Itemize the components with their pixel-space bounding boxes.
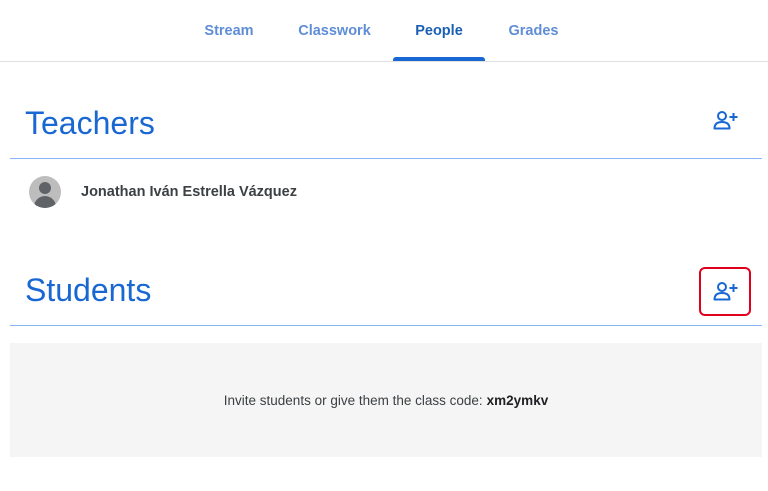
- person-add-icon: [713, 111, 738, 130]
- tab-stream-label: Stream: [204, 22, 254, 39]
- teacher-name: Jonathan Iván Estrella Vázquez: [81, 184, 297, 200]
- tab-people-label: People: [415, 22, 463, 39]
- active-tab-indicator: [393, 57, 485, 61]
- tab-grades-label: Grades: [508, 22, 559, 39]
- students-heading: Students: [25, 272, 152, 308]
- top-navigation: Stream Classwork People Grades: [0, 0, 768, 62]
- teachers-heading: Teachers: [25, 105, 155, 141]
- tab-grades[interactable]: Grades: [500, 0, 567, 61]
- tab-stream[interactable]: Stream: [196, 0, 262, 61]
- teachers-divider: [10, 158, 762, 159]
- students-divider: [10, 325, 762, 326]
- invite-text: Invite students or give them the class c…: [223, 392, 483, 408]
- tab-people[interactable]: People: [393, 0, 485, 61]
- class-code: xm2ymkv: [486, 392, 549, 408]
- avatar: [29, 176, 61, 208]
- tab-classwork-label: Classwork: [298, 22, 371, 39]
- teacher-row: Jonathan Iván Estrella Vázquez: [10, 168, 762, 216]
- invite-students-panel: Invite students or give them the class c…: [10, 343, 762, 457]
- highlight-outline: [699, 267, 751, 316]
- invite-teachers-button[interactable]: [706, 100, 746, 140]
- tab-classwork[interactable]: Classwork: [291, 0, 378, 61]
